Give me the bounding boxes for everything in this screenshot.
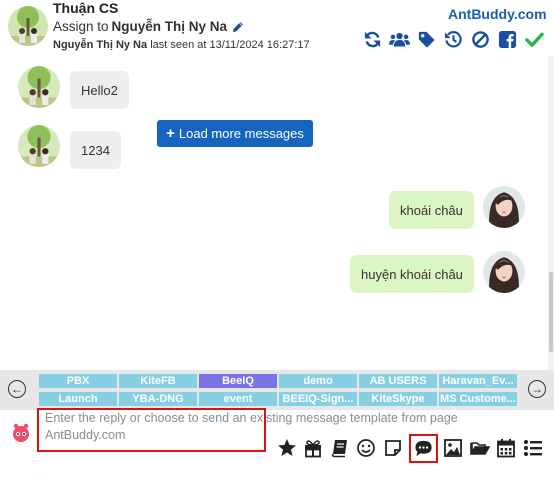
template-tag[interactable]: PBX [39,374,117,388]
last-seen-name: Nguyễn Thị Ny Na [53,39,148,51]
template-tag[interactable]: YBA-DNG [119,392,197,406]
smile-icon[interactable] [354,436,379,461]
contact-avatar [18,125,60,167]
template-tag[interactable]: KiteFB [119,374,197,388]
load-more-button[interactable]: + Load more messages [157,120,313,147]
template-tag[interactable]: Launch [39,392,117,406]
message-bubble: huyện khoái châu [350,255,474,293]
history-icon[interactable] [443,29,464,50]
folder-icon[interactable] [467,436,492,461]
prev-arrow-icon[interactable]: ← [8,380,26,398]
calendar-icon[interactable] [494,436,519,461]
book-icon[interactable] [327,436,352,461]
scrollbar-thumb[interactable] [549,272,553,352]
star-icon[interactable] [274,436,299,461]
last-seen-text: last seen at 13/11/2024 16:27:17 [150,39,310,51]
next-arrow-icon[interactable]: → [528,380,546,398]
gift-icon[interactable] [301,436,326,461]
message-bubble: 1234 [70,131,121,169]
chat-header: Thuận CS Assign to Nguyễn Thị Ny Na Nguyễ… [0,0,554,56]
message-bubble: Hello2 [70,71,129,109]
template-tag[interactable]: KiteSkype [359,392,437,406]
refresh-icon[interactable] [362,29,383,50]
composer-toolbar [274,433,547,463]
reply-input[interactable] [37,408,266,452]
template-tag[interactable]: BEEIQ-Sign... [279,392,357,406]
antbuddy-logo-icon [10,422,32,444]
load-more-label: Load more messages [178,126,304,141]
list-icon[interactable] [520,436,545,461]
facebook-icon[interactable] [497,29,518,50]
assign-line: Assign to Nguyễn Thị Ny Na [53,19,244,36]
agent-avatar [483,186,525,228]
note-icon[interactable] [380,436,405,461]
group-icon[interactable] [389,29,410,50]
template-tag-active[interactable]: BeeIQ [199,374,277,388]
image-icon[interactable] [441,436,466,461]
brand-link[interactable]: AntBuddy.com [448,6,547,22]
template-tag[interactable]: Haravan_Ev... [439,374,517,388]
block-icon[interactable] [470,29,491,50]
template-tag[interactable]: AB USERS [359,374,437,388]
template-tag[interactable]: demo [279,374,357,388]
scrollbar[interactable] [548,56,554,370]
agent-avatar [483,251,525,293]
contact-avatar [18,66,60,108]
header-toolbar [362,27,545,51]
comment-icon[interactable] [408,433,438,463]
message-list[interactable]: Hello2 1234 + Load more messages khoái c… [0,56,554,370]
check-icon[interactable] [524,29,545,50]
template-tag[interactable]: event [199,392,277,406]
tag-icon[interactable] [416,29,437,50]
plus-icon: + [166,125,175,142]
template-bar: ← PBX KiteFB BeeIQ demo AB USERS Haravan… [0,370,554,410]
composer: Enter the reply or choose to send an exi… [0,408,554,498]
last-seen-line: Nguyễn Thị Ny Na last seen at 13/11/2024… [53,39,310,51]
message-bubble: khoái châu [389,191,474,229]
pencil-icon[interactable] [232,21,244,36]
contact-name: Thuận CS [53,0,119,16]
assign-prefix: Assign to [53,19,109,34]
assignee-name[interactable]: Nguyễn Thị Ny Na [112,19,228,34]
template-tag[interactable]: MS Custome... [439,392,517,406]
contact-avatar[interactable] [8,6,48,46]
